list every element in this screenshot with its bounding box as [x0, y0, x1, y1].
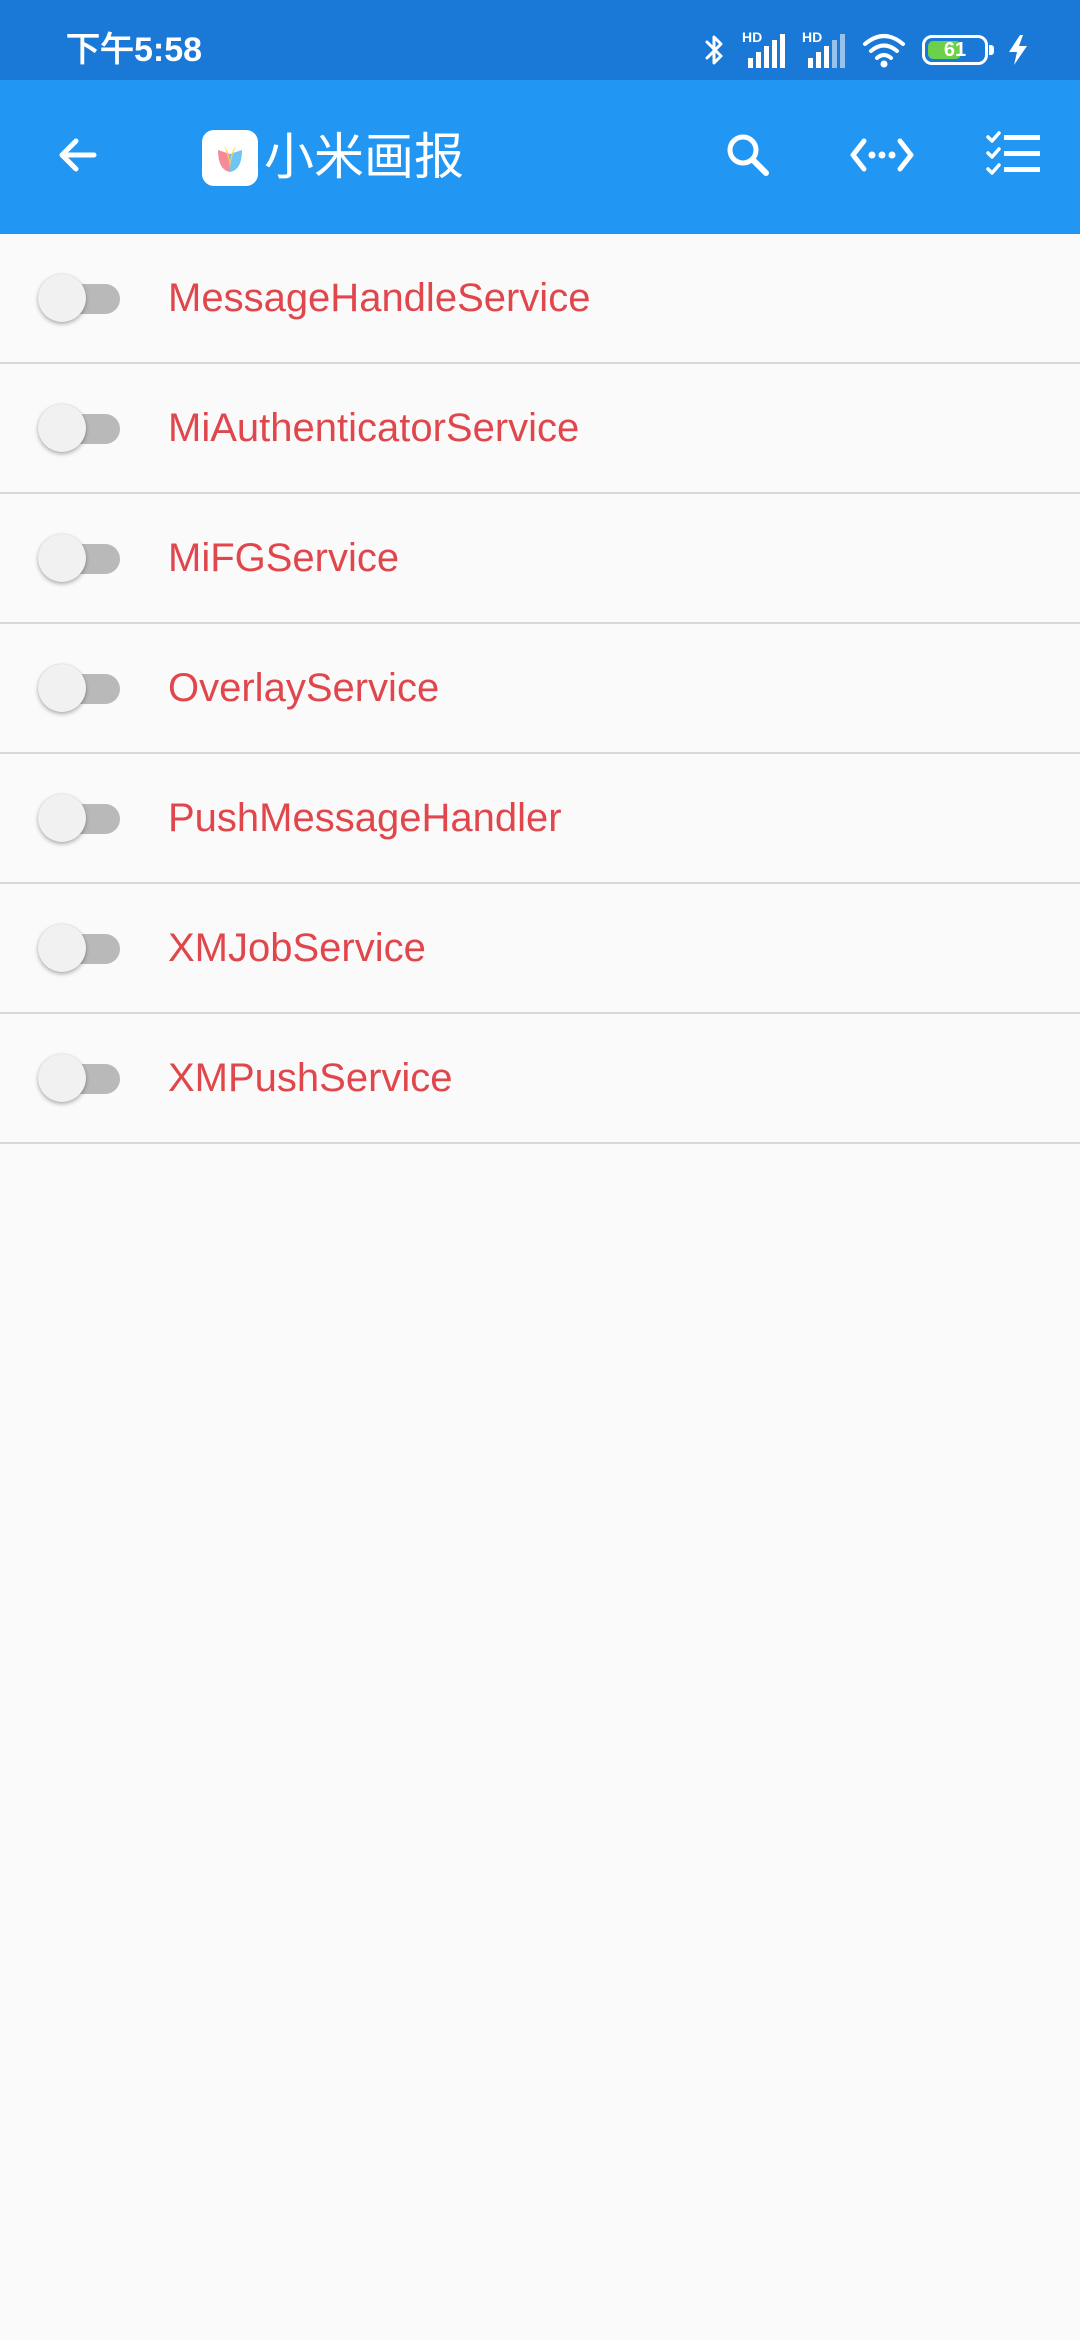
list-item[interactable]: MiAuthenticatorService [0, 364, 1080, 494]
battery-nub [989, 45, 994, 55]
service-toggle[interactable] [38, 272, 122, 324]
checklist-button[interactable] [966, 80, 1062, 234]
service-name: MiAuthenticatorService [168, 405, 580, 450]
switch-thumb [38, 664, 86, 712]
status-icons: HD HD 61 [704, 26, 1032, 74]
switch-thumb [38, 794, 86, 842]
list-item[interactable]: OverlayService [0, 624, 1080, 754]
list-item[interactable]: PushMessageHandler [0, 754, 1080, 884]
battery-icon: 61 [922, 35, 994, 65]
switch-thumb [38, 924, 86, 972]
back-arrow-icon [54, 131, 102, 184]
service-name: OverlayService [168, 665, 440, 710]
battery-level: 61 [943, 39, 967, 61]
service-toggle[interactable] [38, 402, 122, 454]
search-icon [722, 129, 774, 186]
switch-thumb [38, 274, 86, 322]
service-name: PushMessageHandler [168, 795, 562, 840]
charging-icon [1004, 32, 1032, 68]
list-item[interactable]: MessageHandleService [0, 234, 1080, 364]
hd-signal-icon: HD [802, 30, 846, 70]
service-name: MessageHandleService [168, 275, 591, 320]
list-item[interactable]: XMJobService [0, 884, 1080, 1014]
service-name: XMPushService [168, 1055, 453, 1100]
status-bar: 下午5:58 HD HD 61 [0, 0, 1080, 80]
list-item[interactable]: XMPushService [0, 1014, 1080, 1144]
list-item[interactable]: MiFGService [0, 494, 1080, 624]
service-toggle[interactable] [38, 532, 122, 584]
service-toggle[interactable] [38, 662, 122, 714]
switch-thumb [38, 534, 86, 582]
back-button[interactable] [30, 80, 126, 234]
app-icon [202, 130, 258, 186]
code-view-button[interactable] [834, 80, 930, 234]
service-name: XMJobService [168, 925, 426, 970]
page-title: 小米画报 [264, 128, 464, 186]
switch-thumb [38, 404, 86, 452]
checklist-icon [986, 130, 1042, 184]
service-toggle[interactable] [38, 792, 122, 844]
service-name: MiFGService [168, 535, 400, 580]
toolbar: 小米画报 [0, 80, 1080, 234]
hd-signal-icon: HD [742, 30, 786, 70]
service-toggle[interactable] [38, 1052, 122, 1104]
service-toggle[interactable] [38, 922, 122, 974]
wifi-icon [862, 32, 906, 68]
code-icon [850, 133, 914, 182]
bluetooth-icon [704, 32, 726, 68]
switch-thumb [38, 1054, 86, 1102]
service-list: MessageHandleService MiAuthenticatorServ… [0, 234, 1080, 1144]
search-button[interactable] [700, 80, 796, 234]
